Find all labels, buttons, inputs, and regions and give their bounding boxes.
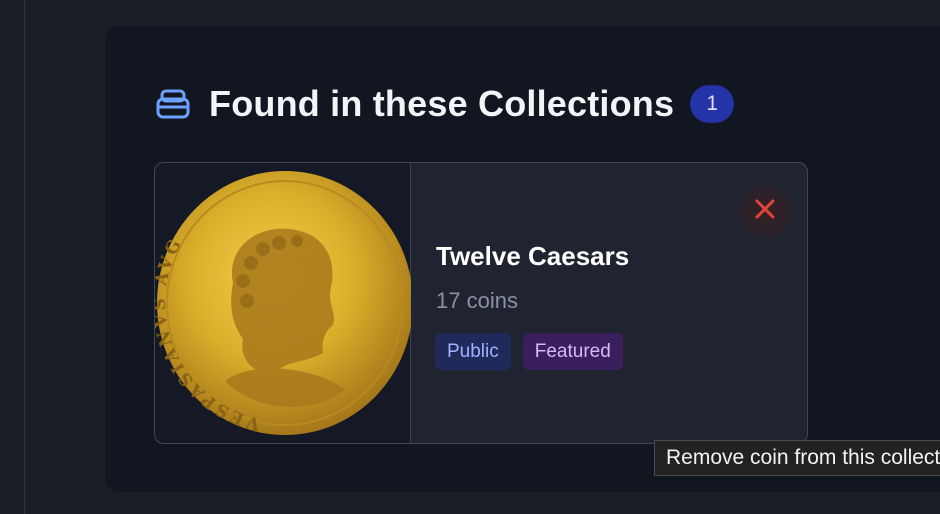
tag-featured: Featured	[522, 333, 623, 370]
collection-name[interactable]: Twelve Caesars	[436, 241, 629, 272]
section-header: Found in these Collections 1	[155, 82, 735, 126]
section-title: Found in these Collections	[209, 83, 675, 124]
remove-from-collection-button[interactable]	[737, 183, 793, 239]
collection-coin-count: 17 coins	[436, 288, 518, 313]
collection-count-badge: 1	[690, 85, 735, 123]
coin-thumbnail[interactable]: VESPASIANVS AVG	[155, 163, 413, 443]
stack-icon	[155, 86, 191, 122]
tag-public: Public	[435, 333, 511, 370]
remove-tooltip: Remove coin from this collection	[654, 440, 940, 476]
coin-image: VESPASIANVS AVG	[155, 171, 413, 435]
close-icon	[754, 198, 776, 225]
left-divider	[24, 0, 25, 514]
collection-card[interactable]: VESPASIANVS AVG Twelve Caesars 17 coins …	[154, 162, 808, 444]
collection-tags: Public Featured	[435, 333, 623, 370]
